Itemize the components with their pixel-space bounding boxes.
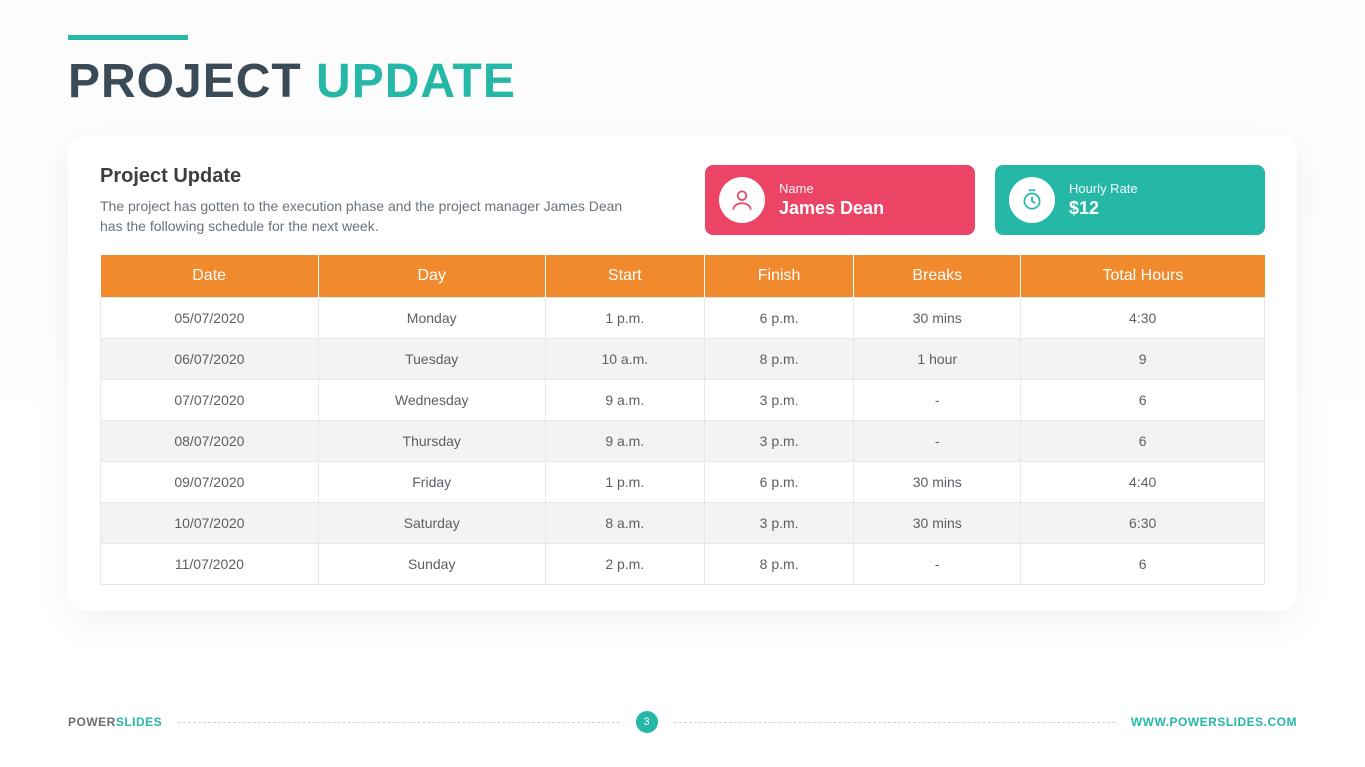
- table-cell: 3 p.m.: [704, 420, 853, 461]
- table-row: 11/07/2020Sunday2 p.m.8 p.m.-6: [101, 543, 1265, 584]
- summary-text: The project has gotten to the execution …: [100, 196, 640, 237]
- table-row: 05/07/2020Monday1 p.m.6 p.m.30 mins4:30: [101, 297, 1265, 338]
- table-cell: 30 mins: [854, 297, 1021, 338]
- table-cell: 9 a.m.: [545, 379, 704, 420]
- schedule-table: DateDayStartFinishBreaksTotal Hours 05/0…: [100, 255, 1265, 585]
- table-cell: Saturday: [318, 502, 545, 543]
- title-word-2: UPDATE: [316, 55, 516, 108]
- rate-label: Hourly Rate: [1069, 181, 1138, 196]
- rate-pill: Hourly Rate $12: [995, 165, 1265, 235]
- page-title: PROJECT UPDATE: [68, 54, 1297, 109]
- table-cell: 6 p.m.: [704, 461, 853, 502]
- table-cell: 3 p.m.: [704, 379, 853, 420]
- table-cell: 9 a.m.: [545, 420, 704, 461]
- title-word-1: PROJECT: [68, 55, 316, 108]
- table-row: 09/07/2020Friday1 p.m.6 p.m.30 mins4:40: [101, 461, 1265, 502]
- footer-divider: [674, 722, 1115, 723]
- table-cell: Wednesday: [318, 379, 545, 420]
- table-cell: -: [854, 420, 1021, 461]
- table-cell: Tuesday: [318, 338, 545, 379]
- table-cell: 6: [1021, 543, 1265, 584]
- table-row: 10/07/2020Saturday8 a.m.3 p.m.30 mins6:3…: [101, 502, 1265, 543]
- table-cell: 1 hour: [854, 338, 1021, 379]
- brand-word-1: POWER: [68, 715, 116, 729]
- rate-value: $12: [1069, 198, 1138, 219]
- content-card: Project Update The project has gotten to…: [68, 135, 1297, 611]
- page-number: 3: [636, 711, 658, 733]
- table-header: Total Hours: [1021, 255, 1265, 298]
- footer-url: WWW.POWERSLIDES.COM: [1131, 715, 1297, 729]
- name-value: James Dean: [779, 198, 884, 219]
- brand-word-2: SLIDES: [116, 715, 162, 729]
- table-row: 08/07/2020Thursday9 a.m.3 p.m.-6: [101, 420, 1265, 461]
- table-cell: 8 p.m.: [704, 543, 853, 584]
- person-icon: [719, 177, 765, 223]
- table-cell: 4:40: [1021, 461, 1265, 502]
- table-cell: Monday: [318, 297, 545, 338]
- table-cell: 07/07/2020: [101, 379, 319, 420]
- table-cell: -: [854, 379, 1021, 420]
- table-cell: 8 a.m.: [545, 502, 704, 543]
- table-cell: 30 mins: [854, 502, 1021, 543]
- table-row: 06/07/2020Tuesday10 a.m.8 p.m.1 hour9: [101, 338, 1265, 379]
- table-cell: 08/07/2020: [101, 420, 319, 461]
- name-label: Name: [779, 181, 884, 196]
- table-cell: 6: [1021, 379, 1265, 420]
- table-cell: 9: [1021, 338, 1265, 379]
- table-cell: 1 p.m.: [545, 461, 704, 502]
- table-cell: 6 p.m.: [704, 297, 853, 338]
- table-header: Start: [545, 255, 704, 298]
- table-cell: 10/07/2020: [101, 502, 319, 543]
- table-cell: 6: [1021, 420, 1265, 461]
- table-header: Day: [318, 255, 545, 298]
- table-cell: 05/07/2020: [101, 297, 319, 338]
- table-cell: 2 p.m.: [545, 543, 704, 584]
- table-cell: Friday: [318, 461, 545, 502]
- table-cell: Thursday: [318, 420, 545, 461]
- table-header: Date: [101, 255, 319, 298]
- table-cell: Sunday: [318, 543, 545, 584]
- table-cell: 8 p.m.: [704, 338, 853, 379]
- table-cell: 6:30: [1021, 502, 1265, 543]
- summary-block: Project Update The project has gotten to…: [100, 165, 685, 237]
- table-cell: 4:30: [1021, 297, 1265, 338]
- slide-footer: POWERSLIDES 3 WWW.POWERSLIDES.COM: [68, 711, 1297, 733]
- clock-icon: [1009, 177, 1055, 223]
- table-cell: 30 mins: [854, 461, 1021, 502]
- table-cell: 06/07/2020: [101, 338, 319, 379]
- summary-heading: Project Update: [100, 165, 685, 188]
- table-header: Breaks: [854, 255, 1021, 298]
- footer-divider: [178, 722, 619, 723]
- table-cell: 11/07/2020: [101, 543, 319, 584]
- table-cell: -: [854, 543, 1021, 584]
- title-accent-bar: [68, 35, 188, 40]
- table-cell: 1 p.m.: [545, 297, 704, 338]
- name-pill: Name James Dean: [705, 165, 975, 235]
- table-header: Finish: [704, 255, 853, 298]
- table-cell: 3 p.m.: [704, 502, 853, 543]
- footer-brand: POWERSLIDES: [68, 715, 162, 729]
- table-cell: 10 a.m.: [545, 338, 704, 379]
- table-row: 07/07/2020Wednesday9 a.m.3 p.m.-6: [101, 379, 1265, 420]
- table-cell: 09/07/2020: [101, 461, 319, 502]
